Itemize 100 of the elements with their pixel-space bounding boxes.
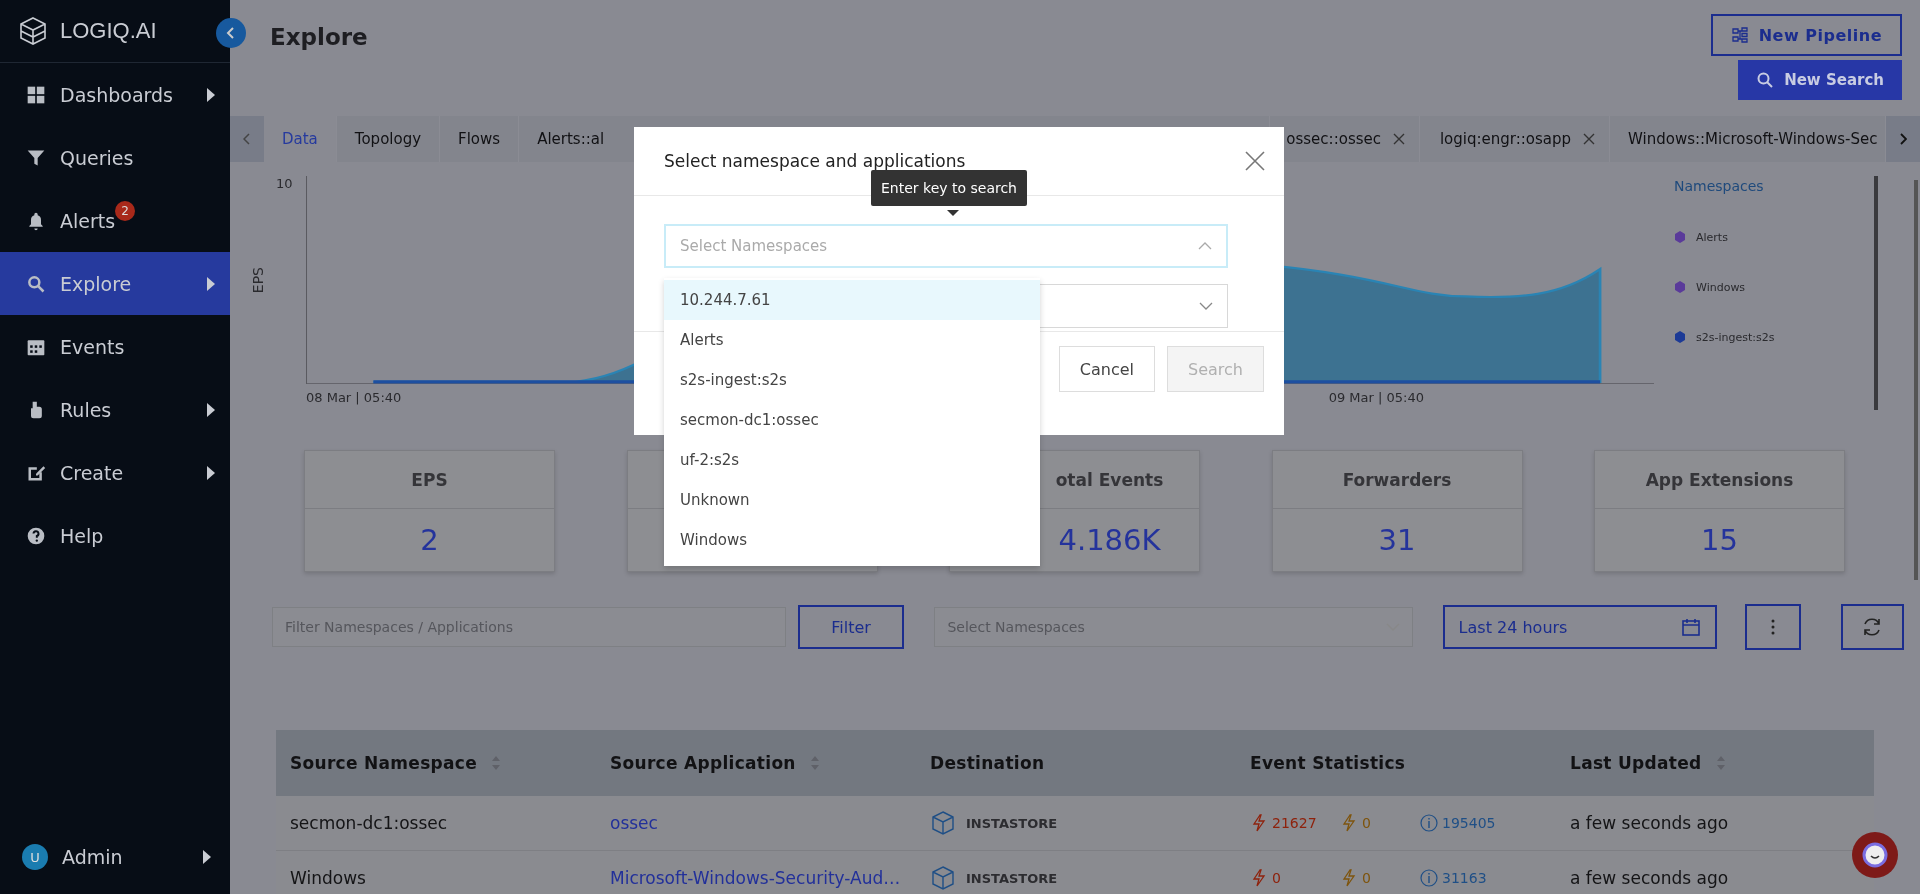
axis-tick: 10 xyxy=(276,176,294,191)
refresh-button[interactable] xyxy=(1840,604,1904,650)
axis-tick: 09 Mar | 05:40 xyxy=(1328,390,1424,407)
close-icon[interactable] xyxy=(1583,133,1595,145)
submenu-arrow-icon xyxy=(202,850,212,864)
destination-name: INSTASTORE xyxy=(966,870,1058,886)
more-icon xyxy=(1771,619,1776,635)
tab[interactable]: ossec::ossec xyxy=(1270,116,1420,162)
table-cell: Windows xyxy=(290,868,366,888)
legend-label[interactable]: Alerts xyxy=(1696,230,1728,244)
sidebar-item[interactable]: Queries xyxy=(0,126,230,189)
bell-icon xyxy=(26,210,46,231)
sidebar-item[interactable]: Alerts 2 xyxy=(0,189,230,252)
cancel-button[interactable]: Cancel xyxy=(1058,346,1156,392)
brand-name: LOGIQ.AI xyxy=(60,18,157,44)
page-title: Explore xyxy=(270,24,368,52)
collapse-button[interactable] xyxy=(216,18,246,48)
chat-icon xyxy=(1861,841,1889,869)
legend-label[interactable]: s2s-ingest:s2s xyxy=(1696,330,1775,344)
stat-value: 31 xyxy=(1378,523,1416,557)
stat-label: otal Events xyxy=(1055,469,1164,490)
chevron-left-icon xyxy=(243,133,251,145)
lightning-icon xyxy=(1340,869,1358,887)
application-link[interactable]: Microsoft-Windows-Security-Aud… xyxy=(610,868,901,888)
user-avatar[interactable]: U xyxy=(22,844,48,870)
cube-icon xyxy=(930,865,956,891)
stat-value: 4.186K xyxy=(1058,523,1161,557)
info-count: 195405 xyxy=(1442,815,1496,831)
chevron-right-icon xyxy=(1899,133,1907,145)
close-icon[interactable] xyxy=(1393,133,1405,145)
tab[interactable]: Windows::Microsoft-Windows-Sec xyxy=(1610,116,1886,162)
application-link[interactable]: ossec xyxy=(610,813,658,833)
column-header[interactable]: Source Namespace xyxy=(290,753,478,773)
lightning-icon xyxy=(1250,814,1268,832)
sidebar-item[interactable]: Create xyxy=(0,441,230,504)
dropdown-option[interactable]: 10.244.7.61 xyxy=(664,280,1040,320)
stat-value: 2 xyxy=(420,523,439,557)
dropdown-option[interactable]: Alerts xyxy=(664,320,1040,360)
sidebar-item[interactable]: Explore xyxy=(0,252,230,315)
cube-icon xyxy=(930,810,956,836)
tooltip: Enter key to search xyxy=(871,170,1027,206)
help-icon xyxy=(26,525,46,546)
stat-label: App Extensions xyxy=(1645,469,1794,490)
time-range-picker[interactable]: Last 24 hours xyxy=(1442,605,1718,649)
error-count: 21627 xyxy=(1272,815,1317,831)
stat-label: EPS xyxy=(411,469,448,490)
calendar-icon xyxy=(1681,617,1702,637)
tab[interactable]: Flows xyxy=(440,116,520,162)
sidebar-item[interactable]: Help xyxy=(0,504,230,567)
dropdown-option[interactable]: Windows xyxy=(664,520,1040,560)
dropdown-option[interactable]: Unknown xyxy=(664,480,1040,520)
info-icon xyxy=(1420,869,1438,887)
chevron-up-icon[interactable] xyxy=(1198,242,1212,250)
user-name[interactable]: Admin xyxy=(62,846,188,868)
dropdown-option[interactable]: uf-2:s2s xyxy=(664,440,1040,480)
filter-button[interactable]: Filter xyxy=(797,605,905,649)
column-header[interactable]: Source Application xyxy=(610,753,796,773)
new-pipeline-button[interactable]: New Pipeline xyxy=(1710,14,1902,56)
table-cell: secmon-dc1:ossec xyxy=(290,813,448,833)
new-search-button[interactable]: New Search xyxy=(1738,60,1902,100)
sidebar-item[interactable]: Dashboards xyxy=(0,63,230,126)
table-cell: a few seconds ago xyxy=(1570,813,1729,833)
legend-title: Namespaces xyxy=(1674,178,1765,194)
search-icon xyxy=(1756,71,1775,89)
search-icon xyxy=(26,273,46,294)
stat-label: Forwarders xyxy=(1342,469,1452,490)
close-icon xyxy=(1244,150,1266,172)
logo-icon xyxy=(18,16,48,46)
tab[interactable]: Data xyxy=(264,116,337,162)
column-header[interactable]: Last Updated xyxy=(1570,753,1702,773)
tooltip-pointer-icon xyxy=(947,210,959,216)
lightning-icon xyxy=(1340,814,1358,832)
tab[interactable]: logiq:engr::osapp xyxy=(1420,116,1610,162)
lightning-icon xyxy=(1250,869,1268,887)
grid-icon xyxy=(26,84,46,105)
dropdown-option[interactable]: secmon-dc1:ossec xyxy=(664,400,1040,440)
modal-title: Select namespace and applications xyxy=(664,151,966,171)
sidebar-item[interactable]: Events xyxy=(0,315,230,378)
info-count: 31163 xyxy=(1442,870,1487,886)
notification-badge: 2 xyxy=(115,200,136,221)
axis-label: EPS xyxy=(250,266,267,294)
legend-label[interactable]: Windows xyxy=(1696,280,1746,294)
more-options-button[interactable] xyxy=(1745,604,1801,650)
axis-tick: 08 Mar | 05:40 xyxy=(306,390,402,407)
tab[interactable]: Topology xyxy=(336,116,441,162)
close-button[interactable] xyxy=(1244,150,1266,172)
info-icon xyxy=(1420,814,1438,832)
stat-value: 15 xyxy=(1701,523,1738,557)
dropdown-option[interactable]: s2s-ingest:s2s xyxy=(664,360,1040,400)
warning-count: 0 xyxy=(1362,870,1371,886)
pipeline-icon xyxy=(1730,26,1749,44)
error-count: 0 xyxy=(1272,870,1281,886)
sidebar-item[interactable]: Rules xyxy=(0,378,230,441)
column-header[interactable]: Event Statistics xyxy=(1250,753,1406,773)
warning-count: 0 xyxy=(1362,815,1371,831)
table-cell: a few seconds ago xyxy=(1570,868,1729,888)
chevron-left-icon xyxy=(226,27,236,39)
destination-name: INSTASTORE xyxy=(966,815,1058,831)
chevron-down-icon[interactable] xyxy=(1199,302,1213,310)
column-header[interactable]: Destination xyxy=(930,753,1045,773)
